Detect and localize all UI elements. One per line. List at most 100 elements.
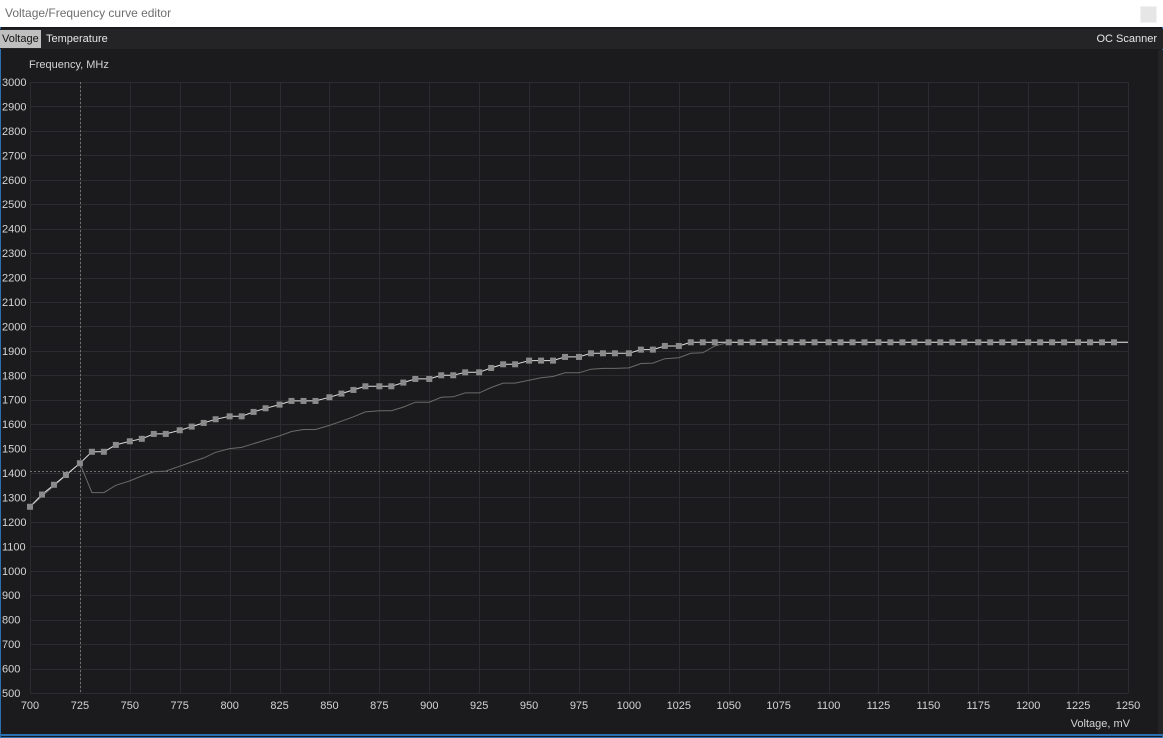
curve-point[interactable] bbox=[88, 448, 95, 455]
curve-point[interactable] bbox=[312, 397, 319, 404]
curve-point[interactable] bbox=[50, 481, 57, 488]
curve-point[interactable] bbox=[176, 427, 183, 434]
curve-point[interactable] bbox=[925, 339, 932, 346]
curve-point[interactable] bbox=[138, 435, 145, 442]
x-tick-label: 1125 bbox=[867, 700, 891, 712]
curve-point[interactable] bbox=[338, 390, 345, 397]
curve-point[interactable] bbox=[326, 394, 333, 401]
y-tick-label: 1900 bbox=[2, 346, 26, 358]
curve-point[interactable] bbox=[787, 339, 794, 346]
curve-point[interactable] bbox=[38, 491, 45, 498]
curve-point[interactable] bbox=[775, 339, 782, 346]
curve-point[interactable] bbox=[825, 339, 832, 346]
curve-point[interactable] bbox=[637, 346, 644, 353]
curve-point[interactable] bbox=[150, 430, 157, 437]
curve-point[interactable] bbox=[162, 430, 169, 437]
curve-point[interactable] bbox=[611, 350, 618, 357]
curve-point[interactable] bbox=[725, 339, 732, 346]
curve-point[interactable] bbox=[76, 460, 83, 467]
curve-point[interactable] bbox=[362, 383, 369, 390]
curve-point[interactable] bbox=[538, 357, 545, 364]
curve-point[interactable] bbox=[887, 339, 894, 346]
x-tick-label: 1025 bbox=[667, 700, 691, 712]
curve-point[interactable] bbox=[250, 408, 257, 415]
curve-point[interactable] bbox=[100, 448, 107, 455]
y-tick-label: 1600 bbox=[2, 419, 26, 431]
curve-point[interactable] bbox=[937, 339, 944, 346]
curve-point[interactable] bbox=[376, 383, 383, 390]
curve-point[interactable] bbox=[512, 361, 519, 368]
curve-point[interactable] bbox=[462, 369, 469, 376]
curve-point[interactable] bbox=[1075, 339, 1082, 346]
curve-point[interactable] bbox=[562, 353, 569, 360]
curve-point[interactable] bbox=[1037, 339, 1044, 346]
curve-point[interactable] bbox=[675, 342, 682, 349]
curve-point[interactable] bbox=[987, 339, 994, 346]
curve-point[interactable] bbox=[350, 386, 357, 393]
curve-point[interactable] bbox=[587, 350, 594, 357]
curve-point[interactable] bbox=[599, 350, 606, 357]
curve-point[interactable] bbox=[811, 339, 818, 346]
curve-point[interactable] bbox=[875, 339, 882, 346]
x-tick-label: 875 bbox=[370, 700, 388, 712]
curve-point[interactable] bbox=[961, 339, 968, 346]
curve-point[interactable] bbox=[200, 419, 207, 426]
curve-point[interactable] bbox=[837, 339, 844, 346]
curve-point[interactable] bbox=[749, 339, 756, 346]
curve-point[interactable] bbox=[1087, 339, 1094, 346]
curve-point[interactable] bbox=[761, 339, 768, 346]
curve-point[interactable] bbox=[661, 342, 668, 349]
curve-point[interactable] bbox=[711, 339, 718, 346]
curve-point[interactable] bbox=[699, 339, 706, 346]
curve-point[interactable] bbox=[999, 339, 1006, 346]
curve-point[interactable] bbox=[62, 471, 69, 478]
curve-point[interactable] bbox=[799, 339, 806, 346]
curve-point[interactable] bbox=[112, 441, 119, 448]
y-tick-label: 3000 bbox=[2, 77, 26, 89]
curve-point[interactable] bbox=[288, 397, 295, 404]
curve-point[interactable] bbox=[388, 383, 395, 390]
curve-point[interactable] bbox=[687, 339, 694, 346]
curve-point[interactable] bbox=[476, 369, 483, 376]
curve-point[interactable] bbox=[400, 379, 407, 386]
x-tick-label: 950 bbox=[520, 700, 538, 712]
curve-point[interactable] bbox=[949, 339, 956, 346]
curve-point[interactable] bbox=[737, 339, 744, 346]
curve-point[interactable] bbox=[1049, 339, 1056, 346]
curve-point[interactable] bbox=[262, 405, 269, 412]
x-tick-label: 1250 bbox=[1116, 700, 1140, 712]
curve-point[interactable] bbox=[625, 350, 632, 357]
curve-point[interactable] bbox=[276, 401, 283, 408]
curve-point[interactable] bbox=[849, 339, 856, 346]
curve-point[interactable] bbox=[300, 397, 307, 404]
curve-point[interactable] bbox=[412, 375, 419, 382]
curve-point[interactable] bbox=[1099, 339, 1106, 346]
curve-point[interactable] bbox=[576, 353, 582, 360]
curve-point[interactable] bbox=[500, 361, 507, 368]
curve-point[interactable] bbox=[438, 372, 445, 379]
grid bbox=[30, 82, 1129, 694]
curve-point[interactable] bbox=[975, 339, 982, 346]
curve-point[interactable] bbox=[488, 364, 495, 371]
curve-point[interactable] bbox=[861, 339, 868, 346]
curve-point[interactable] bbox=[1025, 339, 1032, 346]
curve-point[interactable] bbox=[911, 339, 918, 346]
curve-point[interactable] bbox=[550, 357, 557, 364]
curve-point[interactable] bbox=[27, 503, 33, 510]
curve-point[interactable] bbox=[426, 375, 433, 382]
curve-point[interactable] bbox=[188, 423, 195, 430]
curve-point[interactable] bbox=[899, 339, 906, 346]
curve-point[interactable] bbox=[126, 438, 133, 445]
x-axis-ticks: 700 725 750 775 800 825 850 875 900 925 950 975 1000… bbox=[21, 700, 1140, 712]
curve-point[interactable] bbox=[238, 413, 245, 420]
vf-curve-chart[interactable]: 500 600 700 800 900 1000 1100 1200 1300 1400 1500 1… bbox=[0, 0, 1163, 738]
curve-point[interactable] bbox=[526, 357, 533, 364]
curve-point[interactable] bbox=[450, 372, 457, 379]
curve-point[interactable] bbox=[649, 346, 656, 353]
curve-point[interactable] bbox=[1011, 339, 1018, 346]
curve-point[interactable] bbox=[1061, 339, 1068, 346]
window-edge bbox=[1158, 50, 1163, 734]
curve-point[interactable] bbox=[226, 413, 233, 420]
curve-point[interactable] bbox=[1111, 339, 1118, 346]
curve-point[interactable] bbox=[212, 416, 219, 423]
